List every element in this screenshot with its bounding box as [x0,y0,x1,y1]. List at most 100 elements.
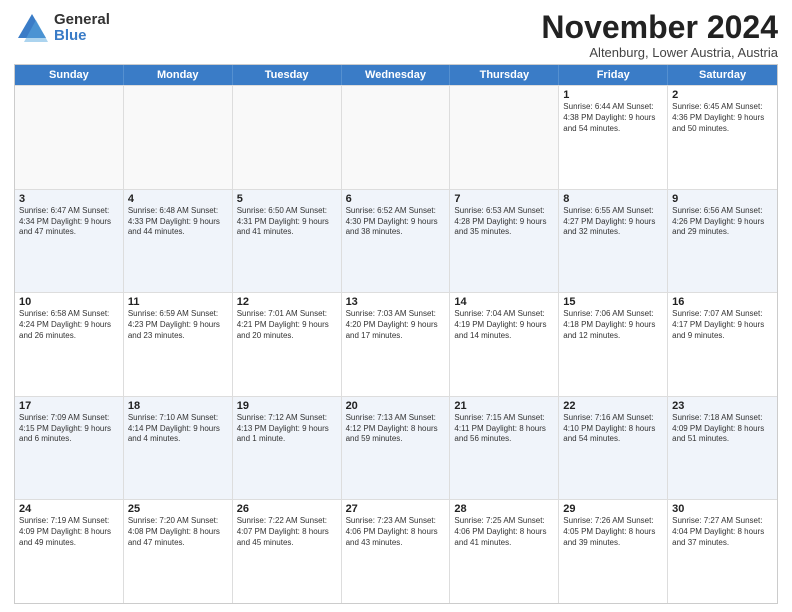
cal-cell: 11Sunrise: 6:59 AM Sunset: 4:23 PM Dayli… [124,293,233,396]
month-title: November 2024 [541,10,778,45]
day-number: 1 [563,89,663,101]
cell-info: Sunrise: 7:10 AM Sunset: 4:14 PM Dayligh… [128,413,228,445]
cell-info: Sunrise: 6:45 AM Sunset: 4:36 PM Dayligh… [672,102,773,134]
day-number: 2 [672,89,773,101]
cell-info: Sunrise: 7:18 AM Sunset: 4:09 PM Dayligh… [672,413,773,445]
cell-info: Sunrise: 6:50 AM Sunset: 4:31 PM Dayligh… [237,206,337,238]
cell-info: Sunrise: 7:19 AM Sunset: 4:09 PM Dayligh… [19,516,119,548]
day-number: 28 [454,503,554,515]
cal-cell: 4Sunrise: 6:48 AM Sunset: 4:33 PM Daylig… [124,190,233,293]
cell-info: Sunrise: 7:01 AM Sunset: 4:21 PM Dayligh… [237,309,337,341]
page: General Blue November 2024 Altenburg, Lo… [0,0,792,612]
header-cell-saturday: Saturday [668,65,777,85]
header-cell-wednesday: Wednesday [342,65,451,85]
header-cell-sunday: Sunday [15,65,124,85]
day-number: 9 [672,193,773,205]
cal-cell [450,86,559,189]
cal-cell: 23Sunrise: 7:18 AM Sunset: 4:09 PM Dayli… [668,397,777,500]
logo-blue-label: Blue [54,28,110,45]
header-cell-friday: Friday [559,65,668,85]
cal-cell: 12Sunrise: 7:01 AM Sunset: 4:21 PM Dayli… [233,293,342,396]
logo: General Blue [14,10,110,46]
day-number: 15 [563,296,663,308]
day-number: 29 [563,503,663,515]
day-number: 7 [454,193,554,205]
cal-cell: 17Sunrise: 7:09 AM Sunset: 4:15 PM Dayli… [15,397,124,500]
location-subtitle: Altenburg, Lower Austria, Austria [541,45,778,60]
cell-info: Sunrise: 6:53 AM Sunset: 4:28 PM Dayligh… [454,206,554,238]
day-number: 13 [346,296,446,308]
cal-cell: 14Sunrise: 7:04 AM Sunset: 4:19 PM Dayli… [450,293,559,396]
cal-cell: 25Sunrise: 7:20 AM Sunset: 4:08 PM Dayli… [124,500,233,603]
cal-cell: 13Sunrise: 7:03 AM Sunset: 4:20 PM Dayli… [342,293,451,396]
day-number: 8 [563,193,663,205]
logo-icon [14,10,50,46]
cell-info: Sunrise: 6:58 AM Sunset: 4:24 PM Dayligh… [19,309,119,341]
cell-info: Sunrise: 7:22 AM Sunset: 4:07 PM Dayligh… [237,516,337,548]
cal-cell: 10Sunrise: 6:58 AM Sunset: 4:24 PM Dayli… [15,293,124,396]
cell-info: Sunrise: 7:12 AM Sunset: 4:13 PM Dayligh… [237,413,337,445]
day-number: 24 [19,503,119,515]
cell-info: Sunrise: 7:23 AM Sunset: 4:06 PM Dayligh… [346,516,446,548]
cal-cell: 19Sunrise: 7:12 AM Sunset: 4:13 PM Dayli… [233,397,342,500]
header: General Blue November 2024 Altenburg, Lo… [14,10,778,60]
cal-row-1: 3Sunrise: 6:47 AM Sunset: 4:34 PM Daylig… [15,189,777,293]
day-number: 17 [19,400,119,412]
cal-cell: 20Sunrise: 7:13 AM Sunset: 4:12 PM Dayli… [342,397,451,500]
title-section: November 2024 Altenburg, Lower Austria, … [541,10,778,60]
cal-cell [233,86,342,189]
cal-cell [15,86,124,189]
cell-info: Sunrise: 7:16 AM Sunset: 4:10 PM Dayligh… [563,413,663,445]
day-number: 23 [672,400,773,412]
cal-row-4: 24Sunrise: 7:19 AM Sunset: 4:09 PM Dayli… [15,499,777,603]
cell-info: Sunrise: 7:15 AM Sunset: 4:11 PM Dayligh… [454,413,554,445]
cell-info: Sunrise: 6:48 AM Sunset: 4:33 PM Dayligh… [128,206,228,238]
day-number: 22 [563,400,663,412]
day-number: 30 [672,503,773,515]
cal-cell: 3Sunrise: 6:47 AM Sunset: 4:34 PM Daylig… [15,190,124,293]
cell-info: Sunrise: 6:59 AM Sunset: 4:23 PM Dayligh… [128,309,228,341]
cal-cell: 28Sunrise: 7:25 AM Sunset: 4:06 PM Dayli… [450,500,559,603]
cal-cell: 15Sunrise: 7:06 AM Sunset: 4:18 PM Dayli… [559,293,668,396]
logo-general-label: General [54,12,110,29]
day-number: 11 [128,296,228,308]
calendar: SundayMondayTuesdayWednesdayThursdayFrid… [14,64,778,604]
cal-cell: 2Sunrise: 6:45 AM Sunset: 4:36 PM Daylig… [668,86,777,189]
cell-info: Sunrise: 6:55 AM Sunset: 4:27 PM Dayligh… [563,206,663,238]
cell-info: Sunrise: 6:56 AM Sunset: 4:26 PM Dayligh… [672,206,773,238]
calendar-header: SundayMondayTuesdayWednesdayThursdayFrid… [15,65,777,85]
cal-cell: 6Sunrise: 6:52 AM Sunset: 4:30 PM Daylig… [342,190,451,293]
cal-cell: 21Sunrise: 7:15 AM Sunset: 4:11 PM Dayli… [450,397,559,500]
day-number: 25 [128,503,228,515]
calendar-body: 1Sunrise: 6:44 AM Sunset: 4:38 PM Daylig… [15,85,777,603]
cal-cell: 7Sunrise: 6:53 AM Sunset: 4:28 PM Daylig… [450,190,559,293]
logo-text: General Blue [54,12,110,45]
day-number: 21 [454,400,554,412]
cal-cell: 30Sunrise: 7:27 AM Sunset: 4:04 PM Dayli… [668,500,777,603]
cell-info: Sunrise: 6:44 AM Sunset: 4:38 PM Dayligh… [563,102,663,134]
day-number: 27 [346,503,446,515]
cal-cell: 24Sunrise: 7:19 AM Sunset: 4:09 PM Dayli… [15,500,124,603]
day-number: 6 [346,193,446,205]
header-cell-tuesday: Tuesday [233,65,342,85]
header-cell-thursday: Thursday [450,65,559,85]
cal-cell: 18Sunrise: 7:10 AM Sunset: 4:14 PM Dayli… [124,397,233,500]
cal-cell: 26Sunrise: 7:22 AM Sunset: 4:07 PM Dayli… [233,500,342,603]
cell-info: Sunrise: 7:04 AM Sunset: 4:19 PM Dayligh… [454,309,554,341]
day-number: 4 [128,193,228,205]
cell-info: Sunrise: 7:26 AM Sunset: 4:05 PM Dayligh… [563,516,663,548]
cal-row-0: 1Sunrise: 6:44 AM Sunset: 4:38 PM Daylig… [15,85,777,189]
cal-cell: 8Sunrise: 6:55 AM Sunset: 4:27 PM Daylig… [559,190,668,293]
day-number: 18 [128,400,228,412]
cal-cell: 22Sunrise: 7:16 AM Sunset: 4:10 PM Dayli… [559,397,668,500]
cal-cell: 29Sunrise: 7:26 AM Sunset: 4:05 PM Dayli… [559,500,668,603]
cell-info: Sunrise: 7:27 AM Sunset: 4:04 PM Dayligh… [672,516,773,548]
cal-cell: 1Sunrise: 6:44 AM Sunset: 4:38 PM Daylig… [559,86,668,189]
day-number: 19 [237,400,337,412]
cell-info: Sunrise: 7:13 AM Sunset: 4:12 PM Dayligh… [346,413,446,445]
cell-info: Sunrise: 7:09 AM Sunset: 4:15 PM Dayligh… [19,413,119,445]
cal-row-3: 17Sunrise: 7:09 AM Sunset: 4:15 PM Dayli… [15,396,777,500]
header-cell-monday: Monday [124,65,233,85]
cell-info: Sunrise: 7:06 AM Sunset: 4:18 PM Dayligh… [563,309,663,341]
cal-cell [124,86,233,189]
